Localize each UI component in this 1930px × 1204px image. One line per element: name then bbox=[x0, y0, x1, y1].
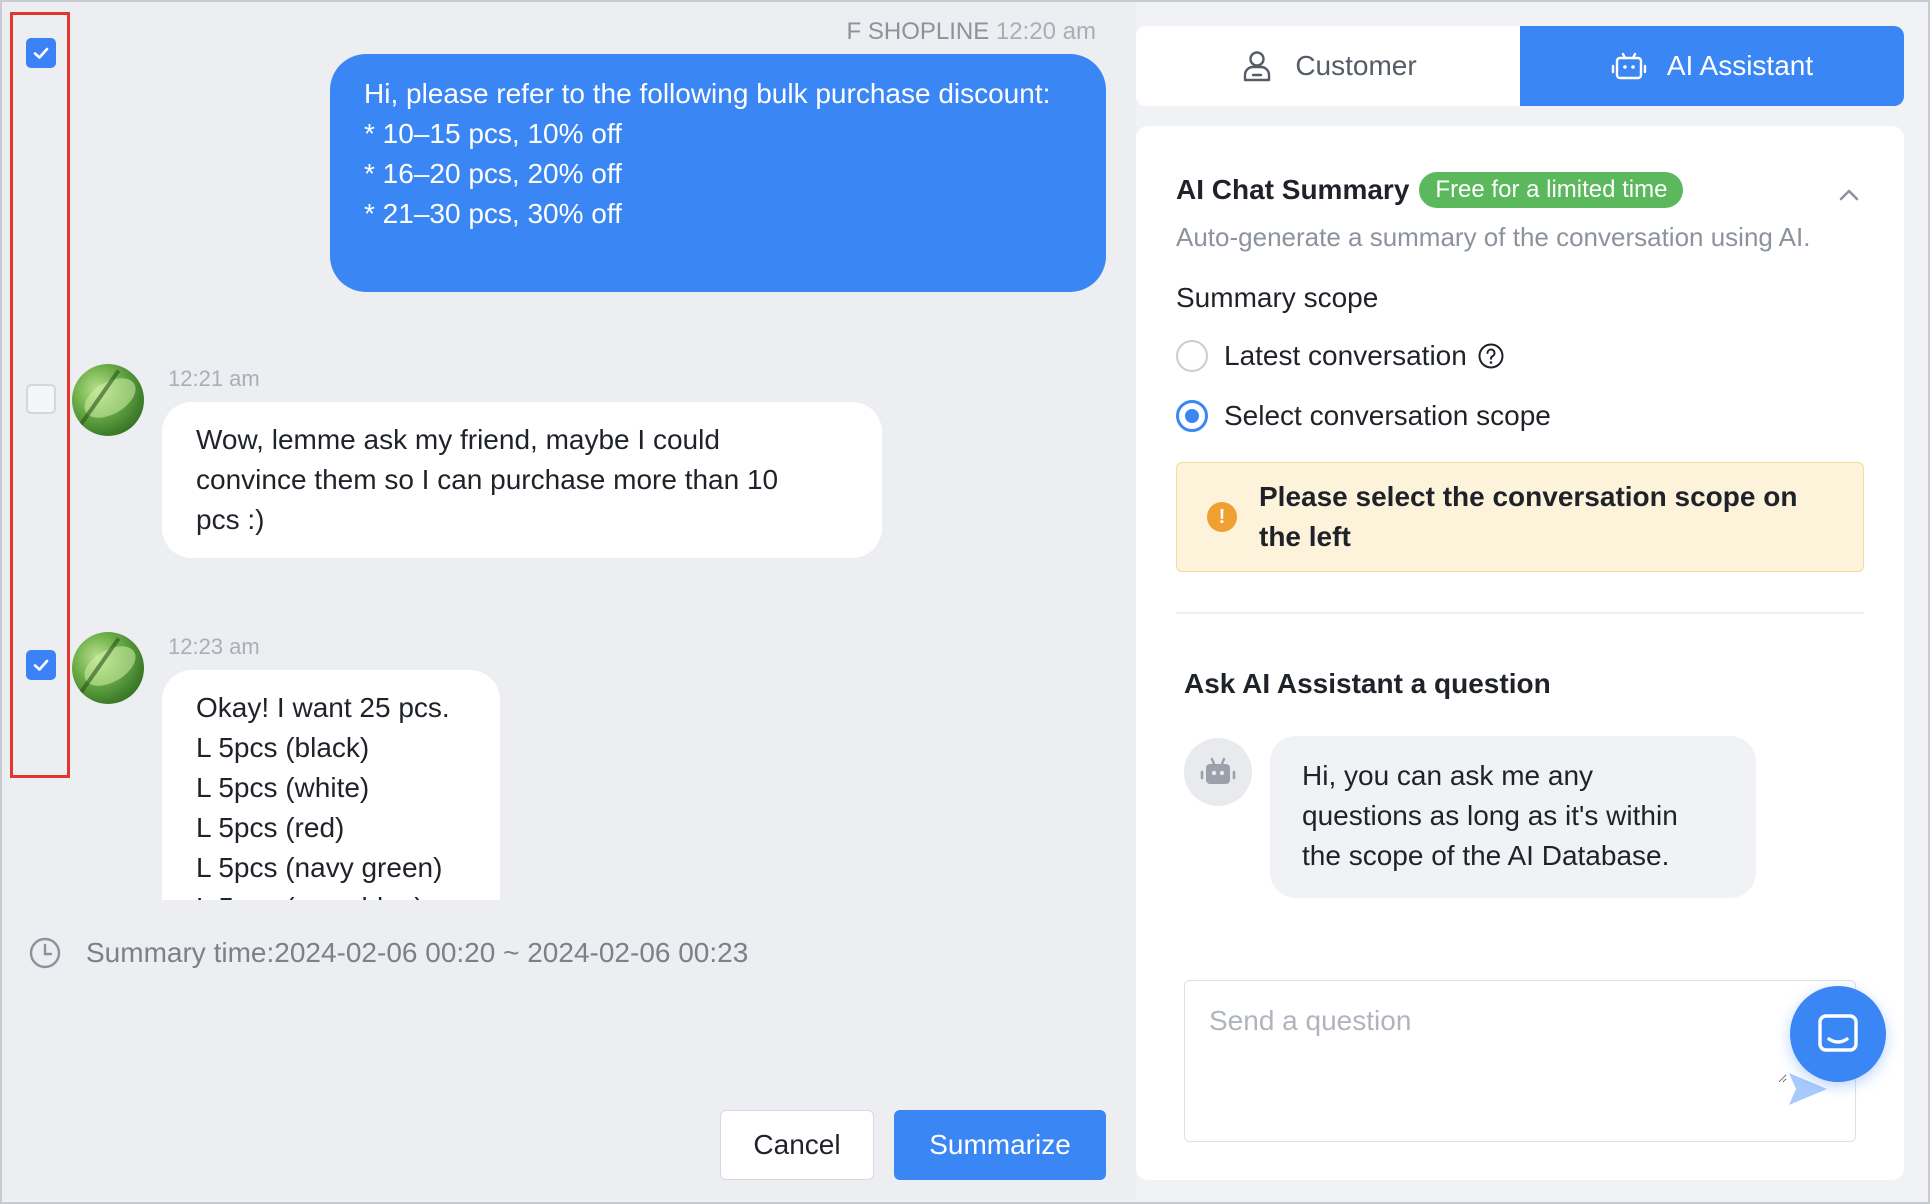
help-icon[interactable] bbox=[1477, 342, 1505, 370]
ai-assistant-panel: AI Chat Summary Free for a limited time … bbox=[1136, 126, 1904, 1180]
radio-select-scope[interactable] bbox=[1176, 400, 1208, 432]
bot-avatar bbox=[1184, 738, 1252, 806]
outgoing-message-meta: F SHOPLINE 12:20 am bbox=[847, 18, 1096, 46]
tab-ai-assistant-label: AI Assistant bbox=[1666, 50, 1814, 81]
user-icon bbox=[1244, 51, 1271, 82]
scope-warning: ! Please select the conversation scope o… bbox=[1176, 462, 1864, 572]
incoming-message-bubble: Okay! I want 25 pcs. L 5pcs (black) L 5p… bbox=[162, 670, 500, 900]
ai-summary-header: AI Chat Summary Free for a limited time bbox=[1176, 172, 1684, 208]
customer-avatar bbox=[72, 632, 144, 704]
tab-ai-assistant[interactable]: AI Assistant bbox=[1520, 26, 1904, 106]
message-checkbox-2[interactable] bbox=[26, 384, 56, 414]
clock-icon bbox=[29, 937, 61, 969]
tab-customer-label: Customer bbox=[1295, 50, 1417, 81]
sender-name: F SHOPLINE bbox=[846, 18, 990, 45]
chevron-up-icon[interactable] bbox=[1836, 182, 1862, 208]
free-badge: Free for a limited time bbox=[1419, 172, 1684, 208]
summarize-button[interactable]: Summarize bbox=[894, 1110, 1106, 1180]
panel-tabs: Customer AI Assistant bbox=[1136, 26, 1904, 106]
scope-option-label: Latest conversation bbox=[1224, 340, 1467, 371]
outgoing-message-bubble: Hi, please refer to the following bulk p… bbox=[330, 54, 1106, 292]
chat-selection-panel: F SHOPLINE 12:20 am Hi, please refer to … bbox=[2, 2, 1136, 1200]
chat-widget-icon bbox=[1818, 1014, 1858, 1052]
message-checkbox-1[interactable] bbox=[26, 38, 56, 68]
question-input[interactable] bbox=[1187, 983, 1787, 1083]
ask-section-title: Ask AI Assistant a question bbox=[1184, 668, 1551, 699]
scope-option-label: Select conversation scope bbox=[1224, 400, 1551, 431]
summary-time-row: Summary time:2024-02-06 00:20 ~ 2024-02-… bbox=[28, 936, 748, 970]
ai-summary-description: Auto-generate a summary of the conversat… bbox=[1176, 222, 1811, 252]
scope-warning-text: Please select the conversation scope on … bbox=[1259, 481, 1798, 552]
check-icon bbox=[33, 659, 49, 671]
customer-avatar bbox=[72, 364, 144, 436]
message-checkbox-3[interactable] bbox=[26, 650, 56, 680]
message-time: 12:21 am bbox=[168, 366, 260, 391]
robot-icon bbox=[1611, 52, 1647, 80]
ai-summary-title: AI Chat Summary bbox=[1176, 174, 1410, 205]
scope-option-latest[interactable]: Latest conversation bbox=[1176, 340, 1505, 372]
cancel-button[interactable]: Cancel bbox=[720, 1110, 874, 1180]
radio-latest[interactable] bbox=[1176, 340, 1208, 372]
summary-scope-label: Summary scope bbox=[1176, 282, 1379, 313]
tab-customer[interactable]: Customer bbox=[1136, 26, 1520, 106]
incoming-message-bubble: Wow, lemme ask my friend, maybe I could … bbox=[162, 402, 882, 558]
question-box bbox=[1184, 980, 1856, 1142]
warning-icon: ! bbox=[1207, 502, 1237, 532]
summary-time-text: Summary time:2024-02-06 00:20 ~ 2024-02-… bbox=[86, 937, 749, 968]
section-divider bbox=[1176, 612, 1864, 614]
bot-message-bubble: Hi, you can ask me any questions as long… bbox=[1270, 736, 1756, 898]
check-icon bbox=[33, 47, 49, 59]
chat-message-list[interactable]: F SHOPLINE 12:20 am Hi, please refer to … bbox=[2, 2, 1136, 900]
message-time: 12:23 am bbox=[168, 634, 260, 659]
robot-icon bbox=[1200, 757, 1236, 784]
message-time: 12:20 am bbox=[995, 18, 1096, 45]
scope-option-select[interactable]: Select conversation scope bbox=[1176, 400, 1551, 432]
chat-widget-button[interactable] bbox=[1790, 986, 1886, 1082]
